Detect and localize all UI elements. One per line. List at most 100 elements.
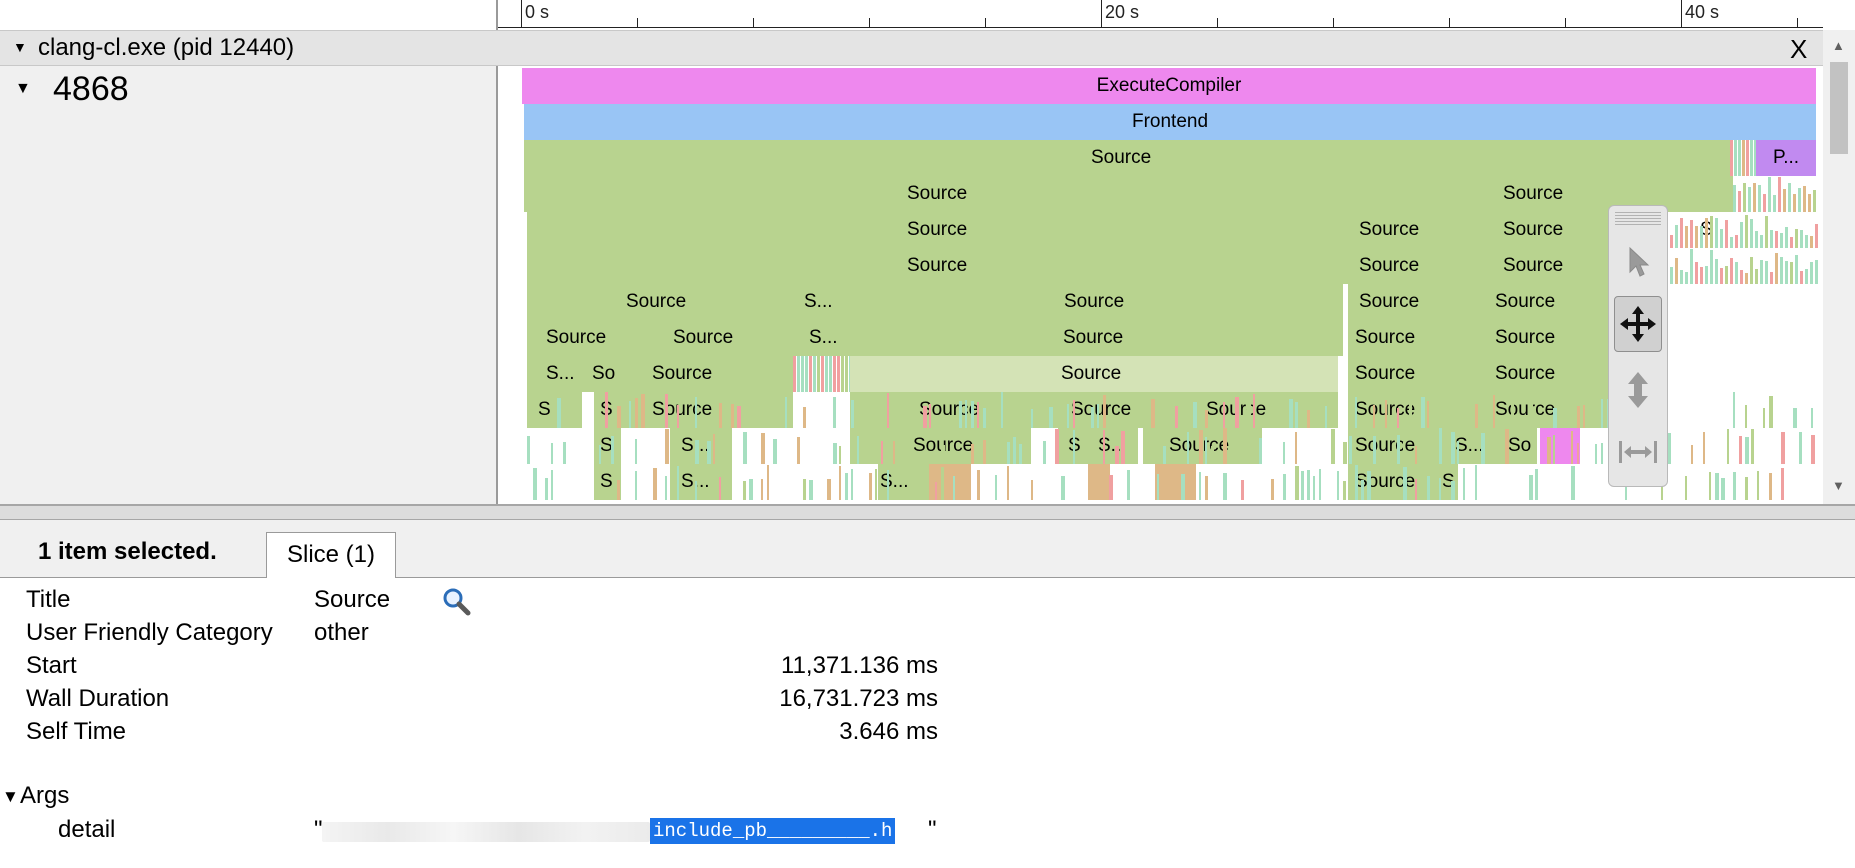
slice-sliver[interactable] bbox=[1685, 226, 1688, 248]
slice-frontend[interactable]: Frontend bbox=[524, 104, 1816, 140]
slice-sliver[interactable] bbox=[1750, 219, 1753, 248]
slice-sliver[interactable] bbox=[1505, 429, 1509, 464]
slice-tan[interactable] bbox=[1088, 464, 1110, 500]
timeline-scrollbar[interactable]: ▲ ▼ bbox=[1823, 30, 1855, 504]
slice-sliver[interactable] bbox=[743, 481, 746, 500]
slice-sliver[interactable] bbox=[1031, 409, 1033, 428]
slice-sliver[interactable] bbox=[1793, 194, 1796, 212]
slice-sliver[interactable] bbox=[1583, 405, 1585, 428]
slice-source[interactable] bbox=[1058, 428, 1092, 464]
slice-source[interactable] bbox=[1348, 428, 1437, 464]
slice-sliver[interactable] bbox=[1115, 446, 1119, 464]
slice-sliver[interactable] bbox=[1680, 218, 1683, 248]
slice-sliver[interactable] bbox=[1475, 404, 1478, 428]
slice-sliver[interactable] bbox=[1735, 262, 1738, 284]
slice-sliver[interactable] bbox=[1601, 443, 1603, 464]
slice-sliver[interactable] bbox=[1798, 188, 1801, 212]
slice-sliver[interactable] bbox=[1745, 405, 1747, 428]
slice-sliver[interactable] bbox=[641, 394, 645, 428]
slice-sliver[interactable] bbox=[1439, 478, 1441, 500]
slice-sliver[interactable] bbox=[719, 403, 722, 428]
slice-sliver[interactable] bbox=[1793, 408, 1797, 428]
slice-source[interactable] bbox=[621, 356, 793, 392]
timing-mode-button[interactable] bbox=[1614, 424, 1662, 480]
slice-sliver[interactable] bbox=[1553, 435, 1555, 464]
slice-source[interactable] bbox=[670, 464, 732, 500]
slice-sliver[interactable] bbox=[1091, 407, 1094, 428]
slice-sliver[interactable] bbox=[1670, 267, 1673, 284]
slice-sliver[interactable] bbox=[1725, 220, 1728, 248]
slice-sliver[interactable] bbox=[1049, 407, 1053, 428]
slice-sliver[interactable] bbox=[707, 441, 711, 464]
slice-sliver[interactable] bbox=[1535, 469, 1538, 500]
slice-sliver[interactable] bbox=[805, 356, 808, 392]
slice-sliver[interactable] bbox=[1247, 393, 1251, 428]
slice-sliver[interactable] bbox=[1253, 394, 1255, 428]
slice-sliver[interactable] bbox=[1715, 473, 1719, 500]
slice-sliver[interactable] bbox=[1765, 216, 1768, 248]
slice-source[interactable] bbox=[787, 284, 850, 320]
slice-sliver[interactable] bbox=[743, 432, 747, 464]
slice-sliver[interactable] bbox=[1675, 258, 1678, 284]
slice-source[interactable] bbox=[1348, 248, 1437, 284]
slice-sliver[interactable] bbox=[1481, 433, 1485, 464]
slice-sliver[interactable] bbox=[827, 479, 831, 500]
slice-sliver[interactable] bbox=[1745, 477, 1748, 500]
pan-mode-button[interactable] bbox=[1614, 296, 1662, 352]
slice-sliver[interactable] bbox=[695, 440, 699, 464]
slice-sliver[interactable] bbox=[797, 437, 800, 464]
slice-source[interactable] bbox=[524, 176, 1348, 212]
slice-sliver[interactable] bbox=[1157, 474, 1159, 500]
slice-sliver[interactable] bbox=[677, 405, 679, 428]
scroll-thumb[interactable] bbox=[1830, 62, 1848, 154]
collapse-triangle-icon[interactable]: ▼ bbox=[13, 39, 27, 55]
slice-sliver[interactable] bbox=[813, 356, 816, 392]
slice-sliver[interactable] bbox=[1355, 397, 1357, 428]
slice-sliver[interactable] bbox=[1121, 431, 1125, 464]
slice-sliver[interactable] bbox=[1199, 472, 1201, 500]
slice-sliver[interactable] bbox=[929, 404, 931, 428]
slice-sliver[interactable] bbox=[1241, 480, 1244, 500]
slice-sliver[interactable] bbox=[1785, 261, 1788, 284]
slice-sliver[interactable] bbox=[1739, 436, 1742, 464]
slice-source[interactable] bbox=[1437, 212, 1612, 248]
slice-sliver[interactable] bbox=[1781, 468, 1784, 500]
thread-collapse-triangle-icon[interactable]: ▼ bbox=[15, 80, 31, 98]
slice-sliver[interactable] bbox=[1811, 408, 1813, 428]
slice-sliver[interactable] bbox=[1553, 408, 1557, 428]
slice-sliver[interactable] bbox=[1223, 402, 1225, 428]
slice-sliver[interactable] bbox=[599, 445, 601, 464]
slice-sliver[interactable] bbox=[1813, 190, 1816, 212]
slice-sliver[interactable] bbox=[1800, 271, 1803, 284]
scroll-down-arrow-icon[interactable]: ▼ bbox=[1832, 478, 1845, 493]
slice-sliver[interactable] bbox=[1313, 476, 1315, 500]
slice-source[interactable] bbox=[650, 320, 787, 356]
slice-sliver[interactable] bbox=[793, 356, 796, 392]
slice-sliver[interactable] bbox=[1781, 432, 1785, 464]
slice-execute-compiler[interactable]: ExecuteCompiler bbox=[522, 68, 1816, 104]
slice-sliver[interactable] bbox=[887, 393, 889, 428]
slice-sliver[interactable] bbox=[1735, 235, 1738, 248]
slice-sliver[interactable] bbox=[1343, 442, 1347, 464]
slice-sliver[interactable] bbox=[1409, 398, 1412, 428]
slice-sliver[interactable] bbox=[1355, 465, 1358, 500]
drag-grip-icon[interactable] bbox=[1615, 212, 1661, 226]
slice-sliver[interactable] bbox=[1795, 229, 1798, 248]
slice-sliver[interactable] bbox=[801, 356, 804, 392]
slice-source[interactable] bbox=[1437, 356, 1612, 392]
slice-sliver[interactable] bbox=[527, 436, 530, 464]
panel-splitter[interactable] bbox=[0, 504, 1855, 520]
slice-sliver[interactable] bbox=[1768, 177, 1771, 212]
slice-sliver[interactable] bbox=[1670, 235, 1673, 248]
slice-sliver[interactable] bbox=[1785, 227, 1788, 248]
slice-sliver[interactable] bbox=[533, 468, 537, 500]
slice-sliver[interactable] bbox=[983, 408, 986, 428]
slice-sliver[interactable] bbox=[1805, 269, 1808, 284]
slice-sliver[interactable] bbox=[1760, 235, 1763, 248]
slice-sliver[interactable] bbox=[875, 436, 878, 464]
slice-sliver[interactable] bbox=[829, 356, 832, 392]
slice-sliver[interactable] bbox=[977, 402, 979, 428]
slice-sliver[interactable] bbox=[857, 436, 859, 464]
slice-sliver[interactable] bbox=[837, 356, 840, 392]
zoom-mode-button[interactable] bbox=[1614, 362, 1662, 418]
